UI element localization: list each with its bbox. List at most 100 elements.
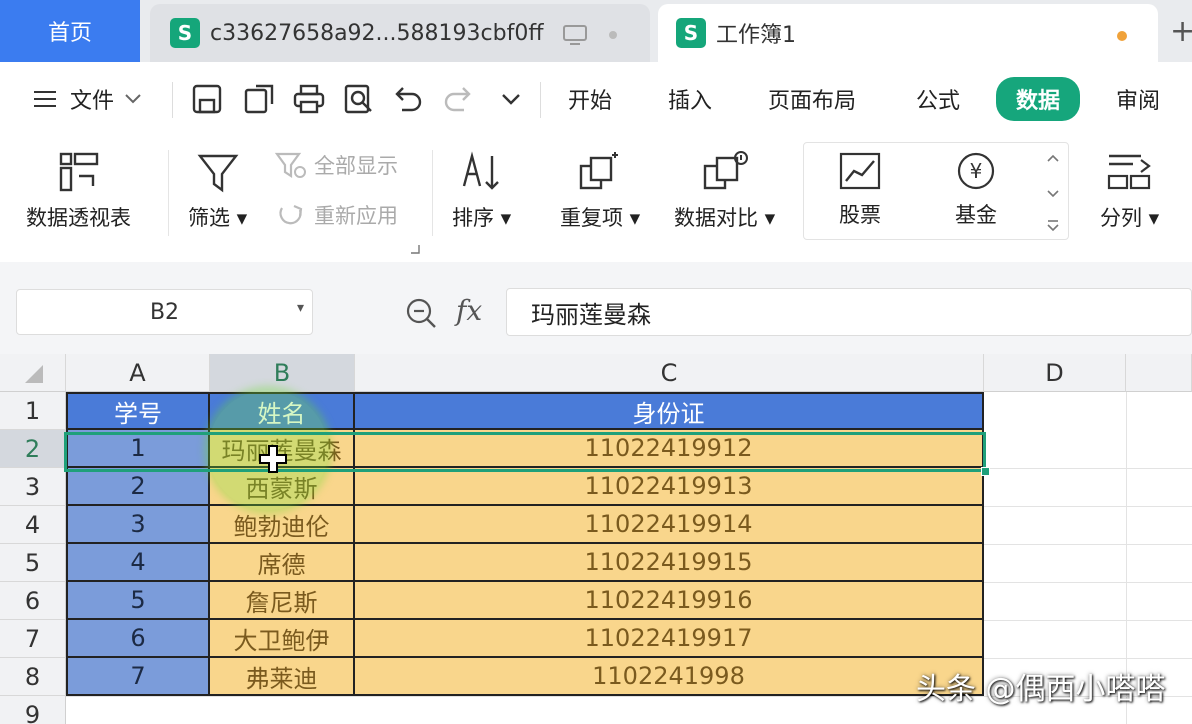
table-cell-id[interactable]: 1 [66, 430, 210, 468]
undo-icon[interactable] [390, 82, 424, 116]
table-cell-id-card[interactable]: 11022419916 [355, 582, 984, 620]
menu-item-data[interactable]: 数据 [996, 62, 1081, 136]
unsaved-dot-icon [609, 31, 617, 39]
pivot-table-button[interactable]: 数据透视表 [26, 150, 131, 232]
menu-item-start[interactable]: 开始 [568, 62, 612, 136]
row-header[interactable]: 5 [0, 544, 66, 582]
stock-button[interactable]: 股票 [838, 151, 882, 229]
spreadsheet-app: 首页 S c33627658a92...588193cbf0ff S 工作簿1 … [0, 0, 1192, 724]
table-cell-id[interactable]: 6 [66, 620, 210, 658]
divider [168, 150, 169, 236]
file-menu[interactable]: 文件 [32, 62, 142, 136]
column-header-d[interactable]: D [984, 354, 1126, 392]
row-header[interactable]: 4 [0, 506, 66, 544]
row-header[interactable]: 2 [0, 430, 66, 468]
row-header[interactable]: 9 [0, 696, 66, 724]
file-menu-label: 文件 [70, 89, 115, 114]
table-cell-id[interactable]: 3 [66, 506, 210, 544]
menu-item-label: 开始 [568, 89, 613, 114]
save-icon[interactable] [190, 82, 224, 116]
table-cell-id-card[interactable]: 11022419917 [355, 620, 984, 658]
table-cell-id-card[interactable]: 11022419914 [355, 506, 984, 544]
tab-home-label: 首页 [47, 21, 92, 46]
table-cell-id[interactable]: 2 [66, 468, 210, 506]
row-header[interactable]: 1 [0, 392, 66, 430]
compare-button[interactable]: 数据对比 ▾ [674, 150, 775, 232]
table-cell-id-card[interactable]: 11022419913 [355, 468, 984, 506]
table-cell-id[interactable]: 5 [66, 582, 210, 620]
menu-item-page-layout[interactable]: 页面布局 [768, 62, 856, 136]
row-header[interactable]: 3 [0, 468, 66, 506]
row-header[interactable]: 7 [0, 620, 66, 658]
tab-file[interactable]: S c33627658a92...588193cbf0ff [150, 4, 650, 62]
tab-bar: 首页 S c33627658a92...588193cbf0ff S 工作簿1 … [0, 0, 1192, 62]
fund-button[interactable]: ¥ 基金 [954, 151, 998, 229]
dialog-launcher-icon[interactable] [410, 244, 420, 254]
sort-button[interactable]: 排序 ▾ [452, 150, 511, 232]
redo-icon[interactable] [442, 82, 476, 116]
table-cell-name[interactable]: 弗莱迪 [210, 658, 355, 696]
chevron-down-icon[interactable] [494, 82, 528, 116]
show-all-button[interactable]: 全部显示 [274, 150, 398, 180]
table-cell-name[interactable]: 鲍勃迪伦 [210, 506, 355, 544]
column-header-e[interactable] [1126, 354, 1192, 392]
sort-label: 排序 ▾ [452, 206, 512, 230]
print-icon[interactable] [292, 82, 326, 116]
header-cell-id[interactable]: 学号 [66, 392, 210, 430]
row-header[interactable]: 6 [0, 582, 66, 620]
table-cell-name[interactable]: 席德 [210, 544, 355, 582]
header-cell-id-card[interactable]: 身份证 [355, 392, 984, 430]
unsaved-dot-icon [1117, 31, 1127, 41]
formula-input[interactable]: 玛丽莲曼森 [506, 288, 1192, 336]
export-icon[interactable] [242, 82, 276, 116]
column-header-b[interactable]: B [210, 354, 355, 392]
fx-icon[interactable]: fx [456, 294, 482, 327]
tab-home[interactable]: 首页 [0, 0, 140, 62]
monitor-icon[interactable] [562, 24, 588, 46]
menu-item-insert[interactable]: 插入 [668, 62, 712, 136]
column-header-a[interactable]: A [66, 354, 210, 392]
hamburger-icon [34, 91, 56, 107]
cell-cursor-icon [259, 445, 287, 473]
column-header-c[interactable]: C [355, 354, 984, 392]
name-box[interactable]: B2 ▾ [16, 289, 313, 335]
stock-label: 股票 [839, 203, 881, 227]
tab-workbook[interactable]: S 工作簿1 [658, 4, 1158, 62]
table-cell-name[interactable]: 大卫鲍伊 [210, 620, 355, 658]
duplicates-button[interactable]: 重复项 ▾ [560, 150, 640, 232]
divider [540, 82, 541, 118]
fund-label: 基金 [955, 203, 997, 227]
stock-chart-icon [839, 152, 881, 190]
chevron-down-icon [125, 94, 141, 104]
select-all-corner[interactable] [0, 354, 66, 392]
gallery-scroll-icon[interactable] [1044, 151, 1062, 235]
table-cell-id-card[interactable]: 11022419912 [355, 430, 984, 468]
menu-item-label: 插入 [668, 89, 713, 114]
gridline [984, 582, 1192, 583]
yen-coin-icon: ¥ [957, 152, 995, 190]
zoom-icon[interactable] [404, 296, 438, 330]
split-column-button[interactable]: 分列 ▾ [1100, 150, 1159, 232]
reapply-button[interactable]: 重新应用 [274, 200, 398, 230]
compare-icon [703, 151, 748, 190]
header-cell-name[interactable]: 姓名 [210, 392, 355, 430]
table-cell-id-card[interactable]: 11022419915 [355, 544, 984, 582]
table-cell-id-card[interactable]: 1102241998 [355, 658, 984, 696]
table-cell-id[interactable]: 4 [66, 544, 210, 582]
pivot-table-icon [59, 152, 98, 192]
reapply-label: 重新应用 [314, 204, 398, 228]
sort-icon [462, 151, 499, 190]
filter-button[interactable]: 筛选 ▾ [188, 150, 247, 232]
menu-item-review[interactable]: 审阅 [1116, 62, 1160, 136]
table-cell-id[interactable]: 7 [66, 658, 210, 696]
table-cell-name[interactable]: 詹尼斯 [210, 582, 355, 620]
chevron-down-icon[interactable]: ▾ [297, 300, 304, 316]
row-header[interactable]: 8 [0, 658, 66, 696]
print-preview-icon[interactable] [342, 82, 376, 116]
gridline [984, 506, 1192, 507]
pivot-table-label: 数据透视表 [26, 206, 131, 230]
show-all-label: 全部显示 [314, 154, 398, 178]
add-tab-icon[interactable]: + [1170, 14, 1192, 49]
menu-item-formula[interactable]: 公式 [916, 62, 960, 136]
fill-handle[interactable] [981, 467, 990, 476]
